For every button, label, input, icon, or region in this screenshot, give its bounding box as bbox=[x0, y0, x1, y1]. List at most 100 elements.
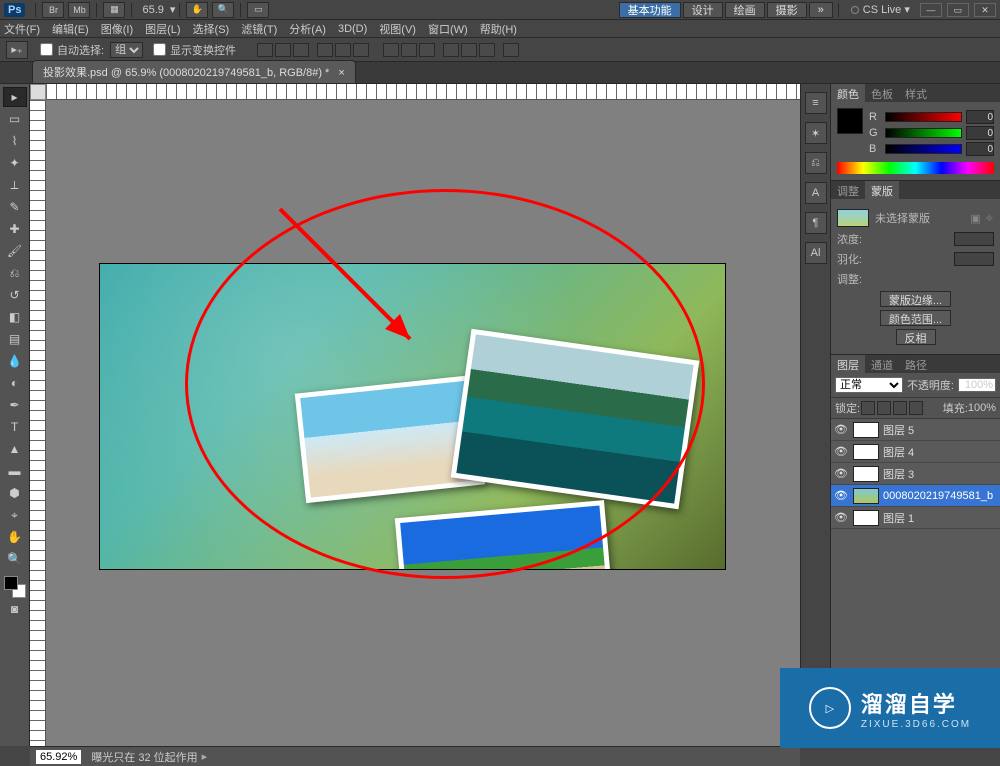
vector-mask-icon[interactable]: ✧ bbox=[985, 212, 994, 225]
menu-help[interactable]: 帮助(H) bbox=[480, 21, 517, 37]
workspace-essentials[interactable]: 基本功能 bbox=[619, 2, 681, 18]
show-transform-checkbox[interactable] bbox=[153, 43, 166, 56]
workspace-more[interactable]: » bbox=[809, 2, 833, 18]
hand-tool-icon[interactable]: ✋ bbox=[186, 2, 208, 18]
layer-thumb[interactable] bbox=[853, 422, 879, 438]
tab-paths[interactable]: 路径 bbox=[899, 355, 933, 373]
marquee-tool[interactable]: ▭ bbox=[3, 109, 27, 129]
lasso-tool[interactable]: ⌇ bbox=[3, 131, 27, 151]
hand-tool[interactable]: ✋ bbox=[3, 527, 27, 547]
other-panel-icon[interactable]: Al bbox=[805, 242, 827, 264]
gradient-tool[interactable]: ▤ bbox=[3, 329, 27, 349]
visibility-icon[interactable]: 👁 bbox=[833, 467, 849, 480]
status-arrow-icon[interactable]: ▸ bbox=[202, 750, 208, 763]
cslive-button[interactable]: CS Live ▾ bbox=[851, 3, 910, 16]
document-canvas[interactable] bbox=[100, 264, 725, 569]
minibridge-icon[interactable]: Mb bbox=[68, 2, 90, 18]
crop-tool[interactable]: ⟂ bbox=[3, 175, 27, 195]
brush-tool[interactable]: 🖌 bbox=[3, 241, 27, 261]
eraser-tool[interactable]: ◧ bbox=[3, 307, 27, 327]
visibility-icon[interactable]: 👁 bbox=[833, 445, 849, 458]
photo-island[interactable] bbox=[451, 329, 700, 510]
auto-select-target[interactable]: 组 bbox=[110, 42, 143, 58]
b-value[interactable] bbox=[966, 142, 994, 156]
layer-row[interactable]: 👁图层 1 bbox=[831, 507, 1000, 529]
fill-value[interactable]: 100% bbox=[968, 402, 996, 414]
photo-beach[interactable] bbox=[395, 500, 616, 569]
lock-pos-icon[interactable] bbox=[893, 401, 907, 415]
g-slider[interactable] bbox=[885, 128, 962, 138]
blend-mode-select[interactable]: 正常 bbox=[835, 377, 903, 393]
menu-edit[interactable]: 编辑(E) bbox=[52, 21, 89, 37]
menu-analysis[interactable]: 分析(A) bbox=[289, 21, 326, 37]
screen-mode-icon[interactable]: ▭ bbox=[247, 2, 269, 18]
menu-layer[interactable]: 图层(L) bbox=[145, 21, 180, 37]
history-brush-tool[interactable]: ↺ bbox=[3, 285, 27, 305]
ruler-vertical[interactable] bbox=[30, 100, 46, 746]
type-tool[interactable]: T bbox=[3, 417, 27, 437]
brush-presets-icon[interactable]: ✶ bbox=[805, 122, 827, 144]
zoom-tool[interactable]: 🔍 bbox=[3, 549, 27, 569]
visibility-icon[interactable]: 👁 bbox=[833, 423, 849, 436]
workspace-painting[interactable]: 绘画 bbox=[725, 2, 765, 18]
layer-thumb[interactable] bbox=[853, 488, 879, 504]
menu-image[interactable]: 图像(I) bbox=[101, 21, 133, 37]
menu-filter[interactable]: 滤镜(T) bbox=[241, 21, 277, 37]
color-range-button[interactable]: 颜色范围... bbox=[880, 310, 951, 326]
current-tool-icon[interactable]: ▸₊ bbox=[6, 41, 28, 59]
spectrum-picker[interactable] bbox=[837, 162, 994, 174]
status-zoom[interactable]: 65.92% bbox=[36, 750, 81, 764]
r-value[interactable] bbox=[966, 110, 994, 124]
pen-tool[interactable]: ✒ bbox=[3, 395, 27, 415]
quick-mask-icon[interactable]: ◙ bbox=[3, 599, 27, 619]
shape-tool[interactable]: ▬ bbox=[3, 461, 27, 481]
layer-row[interactable]: 👁图层 4 bbox=[831, 441, 1000, 463]
layer-row[interactable]: 👁图层 5 bbox=[831, 419, 1000, 441]
canvas-area[interactable] bbox=[30, 84, 800, 746]
tab-adjust[interactable]: 调整 bbox=[831, 181, 865, 199]
ruler-horizontal[interactable] bbox=[46, 84, 800, 100]
tab-color[interactable]: 颜色 bbox=[831, 84, 865, 102]
char-panel-icon[interactable]: A bbox=[805, 182, 827, 204]
tab-close-icon[interactable]: × bbox=[338, 67, 344, 79]
tab-mask[interactable]: 蒙版 bbox=[865, 181, 899, 199]
lock-all-icon[interactable] bbox=[909, 401, 923, 415]
menu-view[interactable]: 视图(V) bbox=[379, 21, 416, 37]
zoom-tool-icon[interactable]: 🔍 bbox=[212, 2, 234, 18]
opacity-value[interactable]: 100% bbox=[958, 378, 996, 392]
zoom-display[interactable]: 65.9 bbox=[142, 4, 163, 16]
layer-row[interactable]: 👁0008020219749581_b bbox=[831, 485, 1000, 507]
clone-src-icon[interactable]: ⎌ bbox=[805, 152, 827, 174]
menu-window[interactable]: 窗口(W) bbox=[428, 21, 468, 37]
r-slider[interactable] bbox=[885, 112, 962, 122]
path-select-tool[interactable]: ▲ bbox=[3, 439, 27, 459]
view-extras-icon[interactable]: ▦ bbox=[103, 2, 125, 18]
tab-swatches[interactable]: 色板 bbox=[865, 84, 899, 102]
color-preview[interactable] bbox=[837, 108, 863, 134]
color-swatch[interactable] bbox=[4, 576, 26, 598]
menu-3d[interactable]: 3D(D) bbox=[338, 23, 367, 35]
tab-channels[interactable]: 通道 bbox=[865, 355, 899, 373]
tab-layers[interactable]: 图层 bbox=[831, 355, 865, 373]
mask-edge-button[interactable]: 蒙版边缘... bbox=[880, 291, 951, 307]
density-input[interactable] bbox=[954, 232, 994, 246]
stamp-tool[interactable]: ⎌ bbox=[3, 263, 27, 283]
close-icon[interactable]: ✕ bbox=[974, 3, 996, 17]
lock-trans-icon[interactable] bbox=[861, 401, 875, 415]
auto-select-checkbox[interactable] bbox=[40, 43, 53, 56]
menu-select[interactable]: 选择(S) bbox=[193, 21, 230, 37]
tab-styles[interactable]: 样式 bbox=[899, 84, 933, 102]
visibility-icon[interactable]: 👁 bbox=[833, 511, 849, 524]
bridge-icon[interactable]: Br bbox=[42, 2, 64, 18]
b-slider[interactable] bbox=[885, 144, 962, 154]
pixel-mask-icon[interactable]: ▣ bbox=[970, 212, 980, 225]
workspace-photography[interactable]: 摄影 bbox=[767, 2, 807, 18]
layer-thumb[interactable] bbox=[853, 444, 879, 460]
visibility-icon[interactable]: 👁 bbox=[833, 489, 849, 502]
healing-tool[interactable]: ✚ bbox=[3, 219, 27, 239]
minimize-icon[interactable]: — bbox=[920, 3, 942, 17]
workspace-design[interactable]: 设计 bbox=[683, 2, 723, 18]
history-icon[interactable]: ≡ bbox=[805, 92, 827, 114]
eyedropper-tool[interactable]: ✎ bbox=[3, 197, 27, 217]
feather-input[interactable] bbox=[954, 252, 994, 266]
